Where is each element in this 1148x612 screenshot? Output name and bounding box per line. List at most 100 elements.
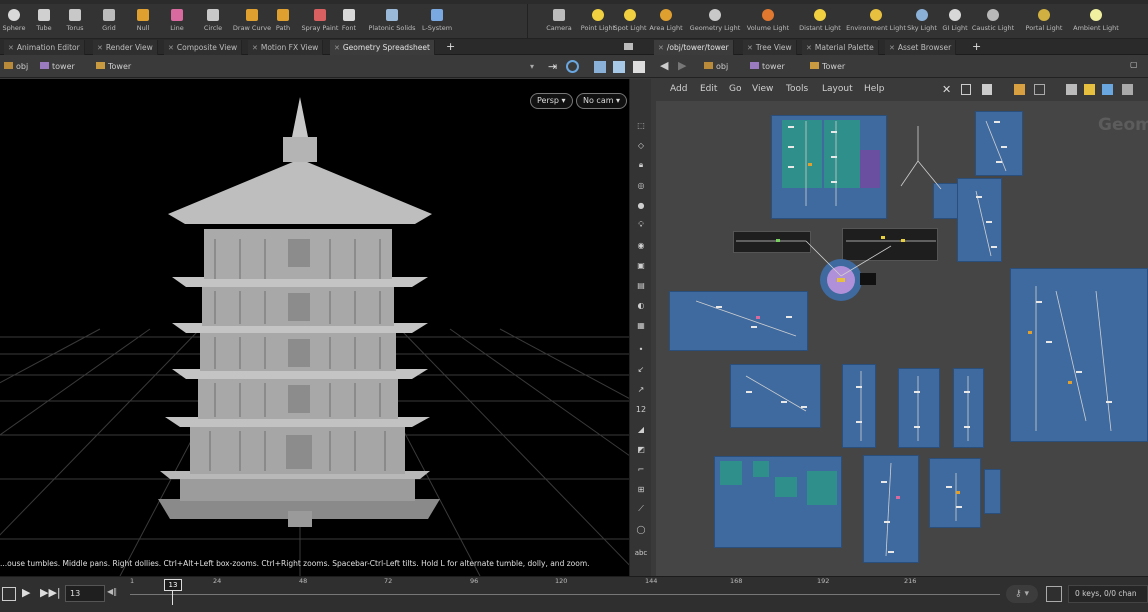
close-tab-icon[interactable]: ✕ bbox=[806, 44, 812, 52]
tab-material-palette[interactable]: ✕ Material Palette bbox=[802, 40, 879, 55]
shelf-tool-camera[interactable]: Camera bbox=[540, 4, 578, 39]
pane-menu-icon[interactable] bbox=[624, 43, 633, 50]
path-dropdown-icon[interactable]: ▾ bbox=[530, 60, 538, 74]
tab-tree-view[interactable]: ✕ Tree View bbox=[743, 40, 797, 55]
tab-geometry-spreadsheet[interactable]: ✕ Geometry Spreadsheet bbox=[330, 40, 435, 55]
close-tab-icon[interactable]: ✕ bbox=[8, 44, 14, 52]
maximize-icon[interactable]: ▢ bbox=[1130, 60, 1138, 69]
key-options-icon[interactable]: ⚷ ▾ bbox=[1006, 585, 1038, 603]
close-tab-icon[interactable]: ✕ bbox=[97, 44, 103, 52]
network-editor[interactable]: Geom bbox=[656, 101, 1148, 576]
close-tab-icon[interactable]: ✕ bbox=[334, 44, 340, 52]
play-to-end-button[interactable]: ▶▶| bbox=[40, 586, 61, 599]
close-tab-icon[interactable]: ✕ bbox=[658, 44, 664, 52]
sticky-note-icon[interactable] bbox=[1084, 84, 1095, 95]
uv-icon[interactable]: ◩ bbox=[633, 441, 649, 457]
shelf-tool-gi-light[interactable]: GI Light bbox=[940, 4, 970, 39]
display-options-icon[interactable] bbox=[594, 61, 606, 73]
shelf-tool-sky-light[interactable]: Sky Light bbox=[905, 4, 939, 39]
menu-help[interactable]: Help bbox=[864, 84, 885, 94]
shelf-tool-font[interactable]: Font bbox=[334, 4, 364, 39]
playhead[interactable] bbox=[172, 591, 173, 605]
close-tab-icon[interactable]: ✕ bbox=[168, 44, 174, 52]
shelf-tool-l-system[interactable]: L-System bbox=[415, 4, 459, 39]
menu-view[interactable]: View bbox=[752, 84, 773, 94]
ghost-icon[interactable]: ◐ bbox=[633, 297, 649, 313]
path-item-tower-geo[interactable]: Tower bbox=[96, 59, 131, 75]
normal-icon[interactable]: ↙ bbox=[633, 361, 649, 377]
point-display-icon[interactable]: • bbox=[633, 341, 649, 357]
add-tab-icon[interactable]: + bbox=[446, 39, 455, 54]
light-bulb-icon[interactable]: 💡︎ bbox=[633, 217, 649, 233]
image-icon[interactable] bbox=[1122, 84, 1133, 95]
path-item-tower[interactable]: tower bbox=[40, 59, 75, 75]
frame-marker[interactable]: 13 bbox=[164, 579, 182, 591]
edge-icon[interactable]: ⟋ bbox=[633, 501, 649, 517]
tab-render-view[interactable]: ✕ Render View bbox=[93, 40, 158, 55]
shelf-tool-tube[interactable]: Tube bbox=[30, 4, 58, 39]
snapshot-icon[interactable]: ◎ bbox=[633, 177, 649, 193]
shelf-tool-platonic-solids[interactable]: Platonic Solids bbox=[368, 4, 416, 39]
tab-composite-view[interactable]: ✕ Composite View bbox=[164, 40, 243, 55]
close-tab-icon[interactable]: ✕ bbox=[889, 44, 895, 52]
shelf-tool-grid[interactable]: Grid bbox=[95, 4, 123, 39]
list-icon[interactable] bbox=[982, 84, 992, 95]
point-numbers-icon[interactable]: 12 bbox=[633, 401, 649, 417]
tab-animation-editor[interactable]: ✕ Animation Editor bbox=[4, 40, 85, 55]
render-options-icon[interactable] bbox=[613, 61, 625, 73]
network-box-icon[interactable] bbox=[1102, 84, 1113, 95]
network-options-icon[interactable] bbox=[1066, 84, 1077, 95]
shelf-tool-null[interactable]: Null bbox=[128, 4, 158, 39]
tab-motion-fx-view[interactable]: ✕ Motion FX View bbox=[248, 40, 324, 55]
shading-icon[interactable]: ● bbox=[633, 197, 649, 213]
display-icon[interactable]: ▦ bbox=[633, 317, 649, 333]
shelf-tool-ambient-light[interactable]: Ambient Light bbox=[1070, 4, 1122, 39]
shelf-tool-area-light[interactable]: Area Light bbox=[646, 4, 686, 39]
stop-button[interactable] bbox=[2, 587, 16, 601]
prim-icon[interactable]: ⊞ bbox=[633, 481, 649, 497]
shelf-tool-path[interactable]: Path bbox=[268, 4, 298, 39]
tools-icon[interactable]: ✕ bbox=[942, 83, 951, 96]
scene-viewport[interactable]: Persp ▾ No cam ▾ ...ouse tumbles. Middle… bbox=[0, 79, 629, 576]
shelf-tool-torus[interactable]: Torus bbox=[60, 4, 90, 39]
path-item-tower[interactable]: tower bbox=[750, 59, 785, 75]
shelf-tool-volume-light[interactable]: Volume Light bbox=[745, 4, 791, 39]
lock-icon[interactable]: 🔒︎ bbox=[633, 157, 649, 173]
shelf-tool-point-light[interactable]: Point Light bbox=[580, 4, 616, 39]
menu-edit[interactable]: Edit bbox=[700, 84, 717, 94]
close-tab-icon[interactable]: ✕ bbox=[252, 44, 258, 52]
camera-view-menu[interactable]: Persp ▾ bbox=[530, 93, 573, 109]
back-arrow-icon[interactable]: ◀ bbox=[660, 59, 668, 72]
shelf-tool-distant-light[interactable]: Distant Light bbox=[795, 4, 845, 39]
shelf-tool-line[interactable]: Line bbox=[162, 4, 192, 39]
menu-tools[interactable]: Tools bbox=[786, 84, 808, 94]
text-icon[interactable]: abc bbox=[633, 545, 649, 561]
shelf-tool-spot-light[interactable]: Spot Light bbox=[613, 4, 647, 39]
shelf-tool-geometry-light[interactable]: Geometry Light bbox=[690, 4, 740, 39]
step-back-icon[interactable]: ◀‖ bbox=[107, 587, 117, 596]
menu-layout[interactable]: Layout bbox=[822, 84, 853, 94]
tab-network-editor[interactable]: ✕/obj/tower/tower bbox=[654, 40, 734, 55]
forward-arrow-icon[interactable]: ▶ bbox=[678, 59, 686, 72]
camera-icon[interactable]: ▣ bbox=[633, 257, 649, 273]
backface-icon[interactable]: ◯ bbox=[633, 521, 649, 537]
menu-add[interactable]: Add bbox=[670, 84, 687, 94]
shelf-tool-environment-light[interactable]: Environment Light bbox=[846, 4, 906, 39]
channel-list-icon[interactable] bbox=[1046, 586, 1062, 602]
grid-view-icon[interactable] bbox=[1034, 84, 1045, 95]
select-icon[interactable]: ⬚ bbox=[633, 117, 649, 133]
shelf-tool-portal-light[interactable]: Portal Light bbox=[1020, 4, 1068, 39]
path-item-tower-geo[interactable]: Tower bbox=[810, 59, 845, 75]
render-region-icon[interactable]: ▤ bbox=[633, 277, 649, 293]
close-tab-icon[interactable]: ✕ bbox=[747, 44, 753, 52]
tree-icon[interactable] bbox=[961, 84, 971, 95]
shelf-tool-sphere[interactable]: Sphere bbox=[0, 4, 28, 39]
grid-icon[interactable]: ⌐ bbox=[633, 461, 649, 477]
view-icon[interactable]: ◇ bbox=[633, 137, 649, 153]
menu-go[interactable]: Go bbox=[729, 84, 741, 94]
path-root[interactable]: obj bbox=[4, 59, 28, 75]
vector-icon[interactable]: ↗ bbox=[633, 381, 649, 397]
play-button[interactable]: ▶ bbox=[22, 586, 30, 599]
shelf-tool-circle[interactable]: Circle bbox=[198, 4, 228, 39]
color-palette-icon[interactable] bbox=[1014, 84, 1025, 95]
